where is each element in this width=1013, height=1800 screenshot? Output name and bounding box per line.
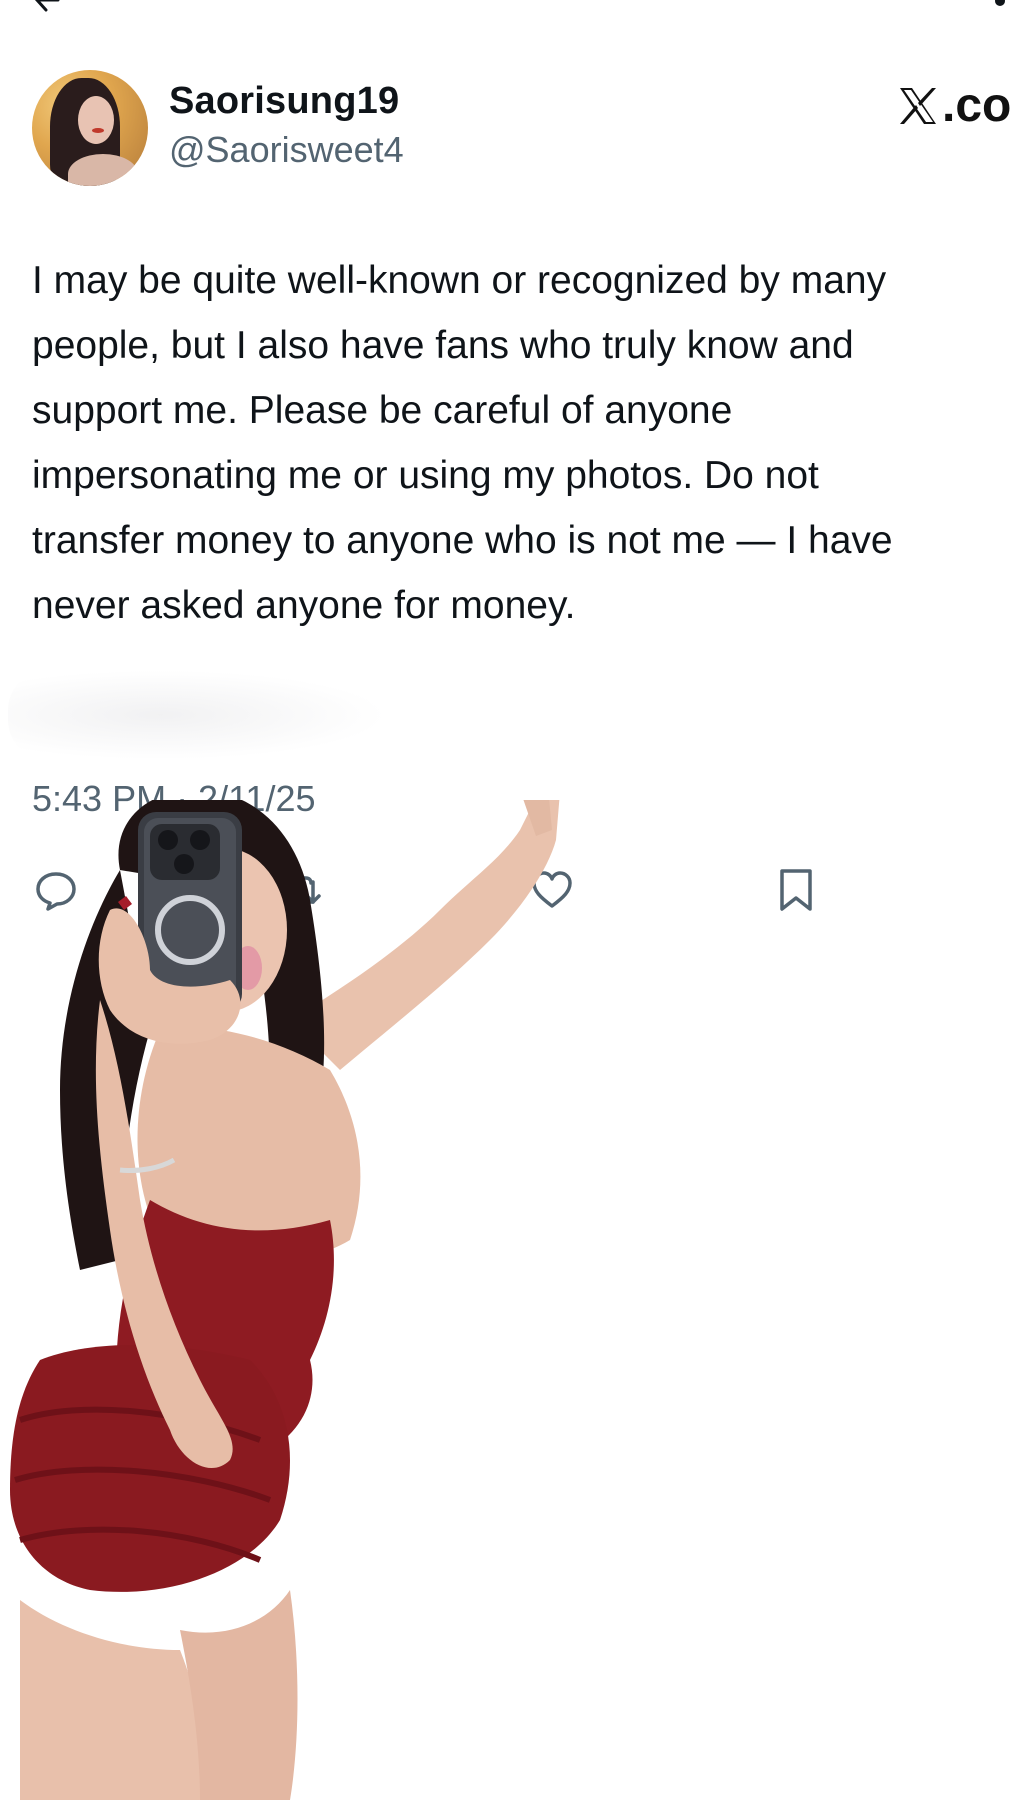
avatar[interactable] (32, 70, 148, 186)
x-watermark: .co (896, 78, 1011, 133)
blur-smudge (8, 670, 388, 760)
display-name[interactable]: Saorisung19 (169, 80, 399, 123)
person-cutout-image (10, 800, 560, 1800)
more-icon[interactable] (993, 0, 1007, 8)
post-text-line: people, but I also have fans who truly k… (32, 324, 854, 367)
bookmark-button[interactable] (772, 866, 820, 914)
post-text-line: never asked anyone for money. (32, 584, 576, 627)
top-bar (0, 0, 1013, 20)
back-arrow-icon[interactable] (34, 0, 62, 14)
bookmark-icon (780, 869, 812, 911)
post-text-line: support me. Please be careful of anyone (32, 389, 733, 432)
x-logo-icon (900, 87, 936, 124)
watermark-text: .co (942, 79, 1012, 132)
post-text-line: I may be quite well-known or recognized … (32, 259, 887, 302)
post-text-line: impersonating me or using my photos. Do … (32, 454, 819, 497)
post-header: Saorisung19 @Saorisweet4 .co (32, 70, 1013, 188)
post-text-line: transfer money to anyone who is not me —… (32, 519, 893, 562)
post-text: I may be quite well-known or recognized … (32, 248, 1013, 638)
user-handle[interactable]: @Saorisweet4 (169, 129, 404, 171)
